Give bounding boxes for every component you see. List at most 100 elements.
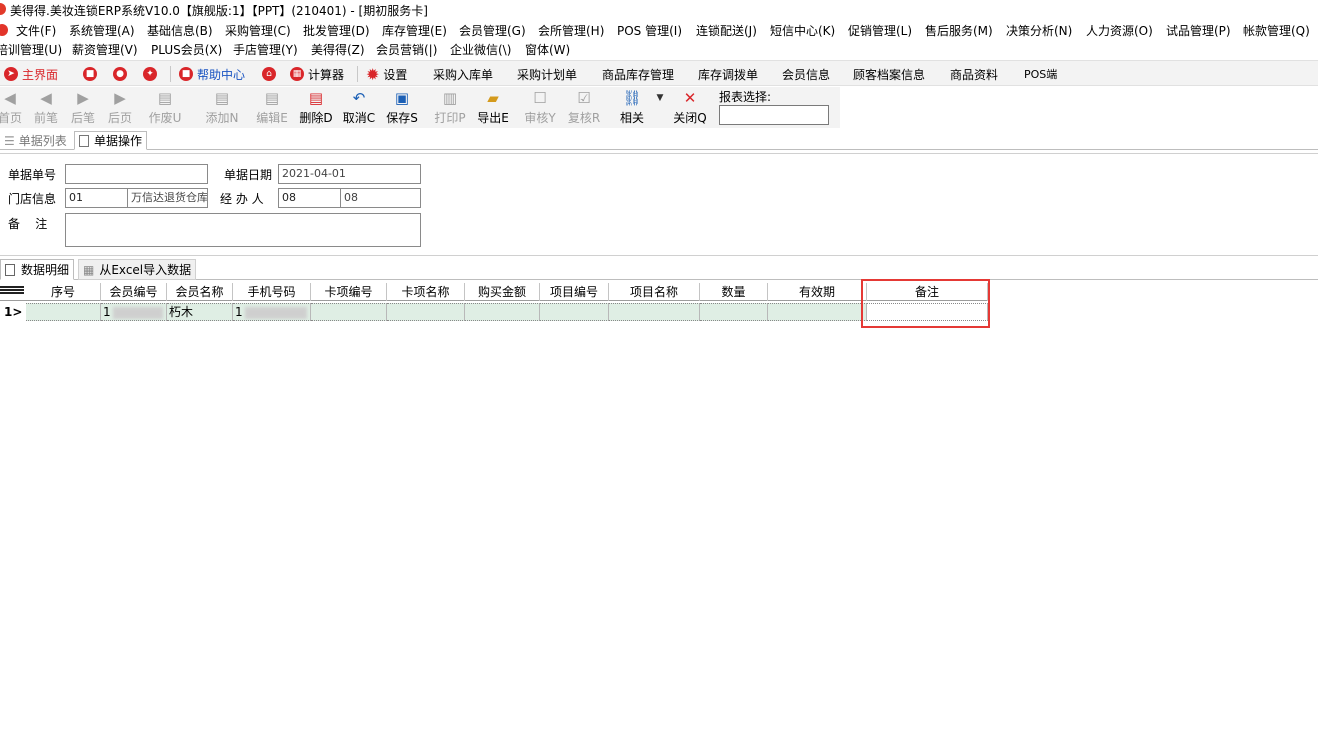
menu-item[interactable]: PLUS会员(X) <box>151 41 222 58</box>
col-header-card-name[interactable]: 卡项名称 <box>387 283 465 301</box>
cell-member-no[interactable]: 1 <box>101 303 167 321</box>
cancel-button[interactable]: ↶ 取消C <box>339 89 379 127</box>
menu-item[interactable]: 窗体(W) <box>525 41 570 58</box>
audit-button[interactable]: ☐ 审核Y <box>520 89 560 127</box>
next-record-button[interactable]: ▶ 后笔 <box>63 89 103 127</box>
main-screen-button[interactable]: ➤ 主界面 <box>4 65 58 83</box>
next-icon: ▶ <box>77 89 89 107</box>
col-header-member-name[interactable]: 会员名称 <box>167 283 233 301</box>
col-header-item-name[interactable]: 项目名称 <box>609 283 700 301</box>
col-header-card-no[interactable]: 卡项编号 <box>311 283 387 301</box>
menu-item[interactable]: 促销管理(L) <box>848 22 912 39</box>
home-button[interactable]: ⌂ <box>262 65 280 83</box>
col-header-expiry[interactable]: 有效期 <box>768 283 867 301</box>
menu-item[interactable]: 基础信息(B) <box>147 22 213 39</box>
cell-member-name[interactable]: 朽木 <box>167 303 233 321</box>
chat-button[interactable]: ● <box>113 65 131 83</box>
cell-card-name[interactable] <box>387 303 465 321</box>
menu-item[interactable]: 会所管理(H) <box>538 22 604 39</box>
related-button[interactable]: ⛓ 相关 <box>612 89 652 127</box>
compass-icon: ➤ <box>4 67 18 81</box>
menu-item[interactable]: 试品管理(P) <box>1166 22 1231 39</box>
member-info-button[interactable]: 会员信息 <box>782 65 830 83</box>
cell-item-name[interactable] <box>609 303 700 321</box>
remark-field[interactable] <box>65 213 421 247</box>
lock-button[interactable]: ■ <box>83 65 101 83</box>
cell-amount[interactable] <box>465 303 540 321</box>
handler-name-field[interactable]: 08 <box>340 188 421 208</box>
menu-item[interactable]: 人力资源(O) <box>1086 22 1153 39</box>
purchase-plan-button[interactable]: 采购计划单 <box>517 65 577 83</box>
prev-record-button[interactable]: ◀ 前笔 <box>26 89 66 127</box>
menu-item[interactable]: 决策分析(N) <box>1006 22 1072 39</box>
menu-item[interactable]: 售后服务(M) <box>925 22 993 39</box>
menu-item[interactable]: 短信中心(K) <box>770 22 835 39</box>
menu-item[interactable]: 帐款管理(Q) <box>1243 22 1310 39</box>
void-button[interactable]: ▤ 作废U <box>145 89 185 127</box>
tab-document-operation[interactable]: 单据操作 <box>74 131 148 150</box>
customer-archive-button[interactable]: 顾客档案信息 <box>853 65 925 83</box>
doc-no-field[interactable] <box>65 164 208 184</box>
store-name-field[interactable]: 万信达退货仓库 <box>127 188 208 208</box>
menu-item[interactable]: 手店管理(Y) <box>233 41 298 58</box>
tab-document-list[interactable]: ☰ 单据列表 <box>0 131 71 150</box>
menu-item[interactable]: 会员营销(|) <box>376 41 437 58</box>
col-header-phone[interactable]: 手机号码 <box>233 283 311 301</box>
menu-item[interactable]: POS 管理(I) <box>617 22 682 39</box>
cell-item-no[interactable] <box>540 303 609 321</box>
print-button[interactable]: ▥ 打印P <box>430 89 470 127</box>
stock-transfer-button[interactable]: 库存调拨单 <box>698 65 758 83</box>
last-page-button[interactable]: ▶ 后页 <box>100 89 140 127</box>
export-button[interactable]: ▰ 导出E <box>473 89 513 127</box>
cell-expiry[interactable] <box>768 303 867 321</box>
menu-item[interactable]: 连锁配送(J) <box>696 22 757 39</box>
settings-button[interactable]: ✹ 设置 <box>366 65 407 84</box>
doc-date-field[interactable]: 2021-04-01 <box>278 164 421 184</box>
stock-mgmt-button[interactable]: 商品库存管理 <box>602 65 674 83</box>
col-header-item-no[interactable]: 项目编号 <box>540 283 609 301</box>
menu-item[interactable]: 会员管理(G) <box>459 22 526 39</box>
col-header-seq[interactable]: 序号 <box>26 283 101 301</box>
tab-excel-import[interactable]: ▦ 从Excel导入数据 <box>78 259 197 280</box>
store-code-field[interactable]: 01 <box>65 188 128 208</box>
menu-item[interactable]: 系统管理(A) <box>69 22 135 39</box>
col-header-amount[interactable]: 购买金额 <box>465 283 540 301</box>
help-center-button[interactable]: ■ 帮助中心 <box>179 65 245 83</box>
add-button[interactable]: ▤ 添加N <box>202 89 242 127</box>
calculator-button[interactable]: ▦ 计算器 <box>290 65 344 83</box>
cell-seq[interactable] <box>26 303 101 321</box>
save-button[interactable]: ▣ 保存S <box>382 89 422 127</box>
reaudit-button[interactable]: ☑ 复核R <box>564 89 604 127</box>
cell-phone[interactable]: 1 <box>233 303 311 321</box>
document-form: 单据单号 单据日期 2021-04-01 门店信息 01 万信达退货仓库 经 办… <box>0 153 1318 256</box>
menu-item[interactable]: 企业微信(\) <box>450 41 511 58</box>
cell-card-no[interactable] <box>311 303 387 321</box>
col-header-member-no[interactable]: 会员编号 <box>101 283 167 301</box>
remark-label: 备 注 <box>8 217 48 231</box>
menu-item[interactable]: 采购管理(C) <box>225 22 291 39</box>
handler-code-field[interactable]: 08 <box>278 188 341 208</box>
menu-item[interactable]: 库存管理(E) <box>382 22 447 39</box>
menu-item[interactable]: 薪资管理(V) <box>72 41 138 58</box>
related-dropdown-button[interactable]: ▼ <box>648 89 672 127</box>
purchase-in-button[interactable]: 采购入库单 <box>433 65 493 83</box>
close-button[interactable]: ✕ 关闭Q <box>670 89 710 127</box>
product-data-button[interactable]: 商品资料 <box>950 65 998 83</box>
col-header-qty[interactable]: 数量 <box>700 283 768 301</box>
menu-item[interactable]: 批发管理(D) <box>303 22 370 39</box>
table-row[interactable]: 1> 1 朽木 1 <box>0 303 990 321</box>
cell-qty[interactable] <box>700 303 768 321</box>
tab-data-detail[interactable]: 数据明细 <box>0 259 75 280</box>
menu-logo-icon <box>0 24 8 36</box>
print-icon: ▥ <box>442 89 458 107</box>
menu-item[interactable]: 培训管理(U) <box>0 41 62 58</box>
report-select-input[interactable] <box>719 105 829 125</box>
pos-button[interactable]: POS端 <box>1024 65 1057 83</box>
menu-item[interactable]: 文件(F) <box>16 22 56 39</box>
redacted-mask <box>112 306 163 319</box>
menu-item[interactable]: 美得得(Z) <box>311 41 365 58</box>
edit-button[interactable]: ▤ 编辑E <box>252 89 292 127</box>
delete-button[interactable]: ▤ 删除D <box>296 89 336 127</box>
bulb-button[interactable]: ✦ <box>143 65 161 83</box>
close-icon: ✕ <box>683 89 697 107</box>
